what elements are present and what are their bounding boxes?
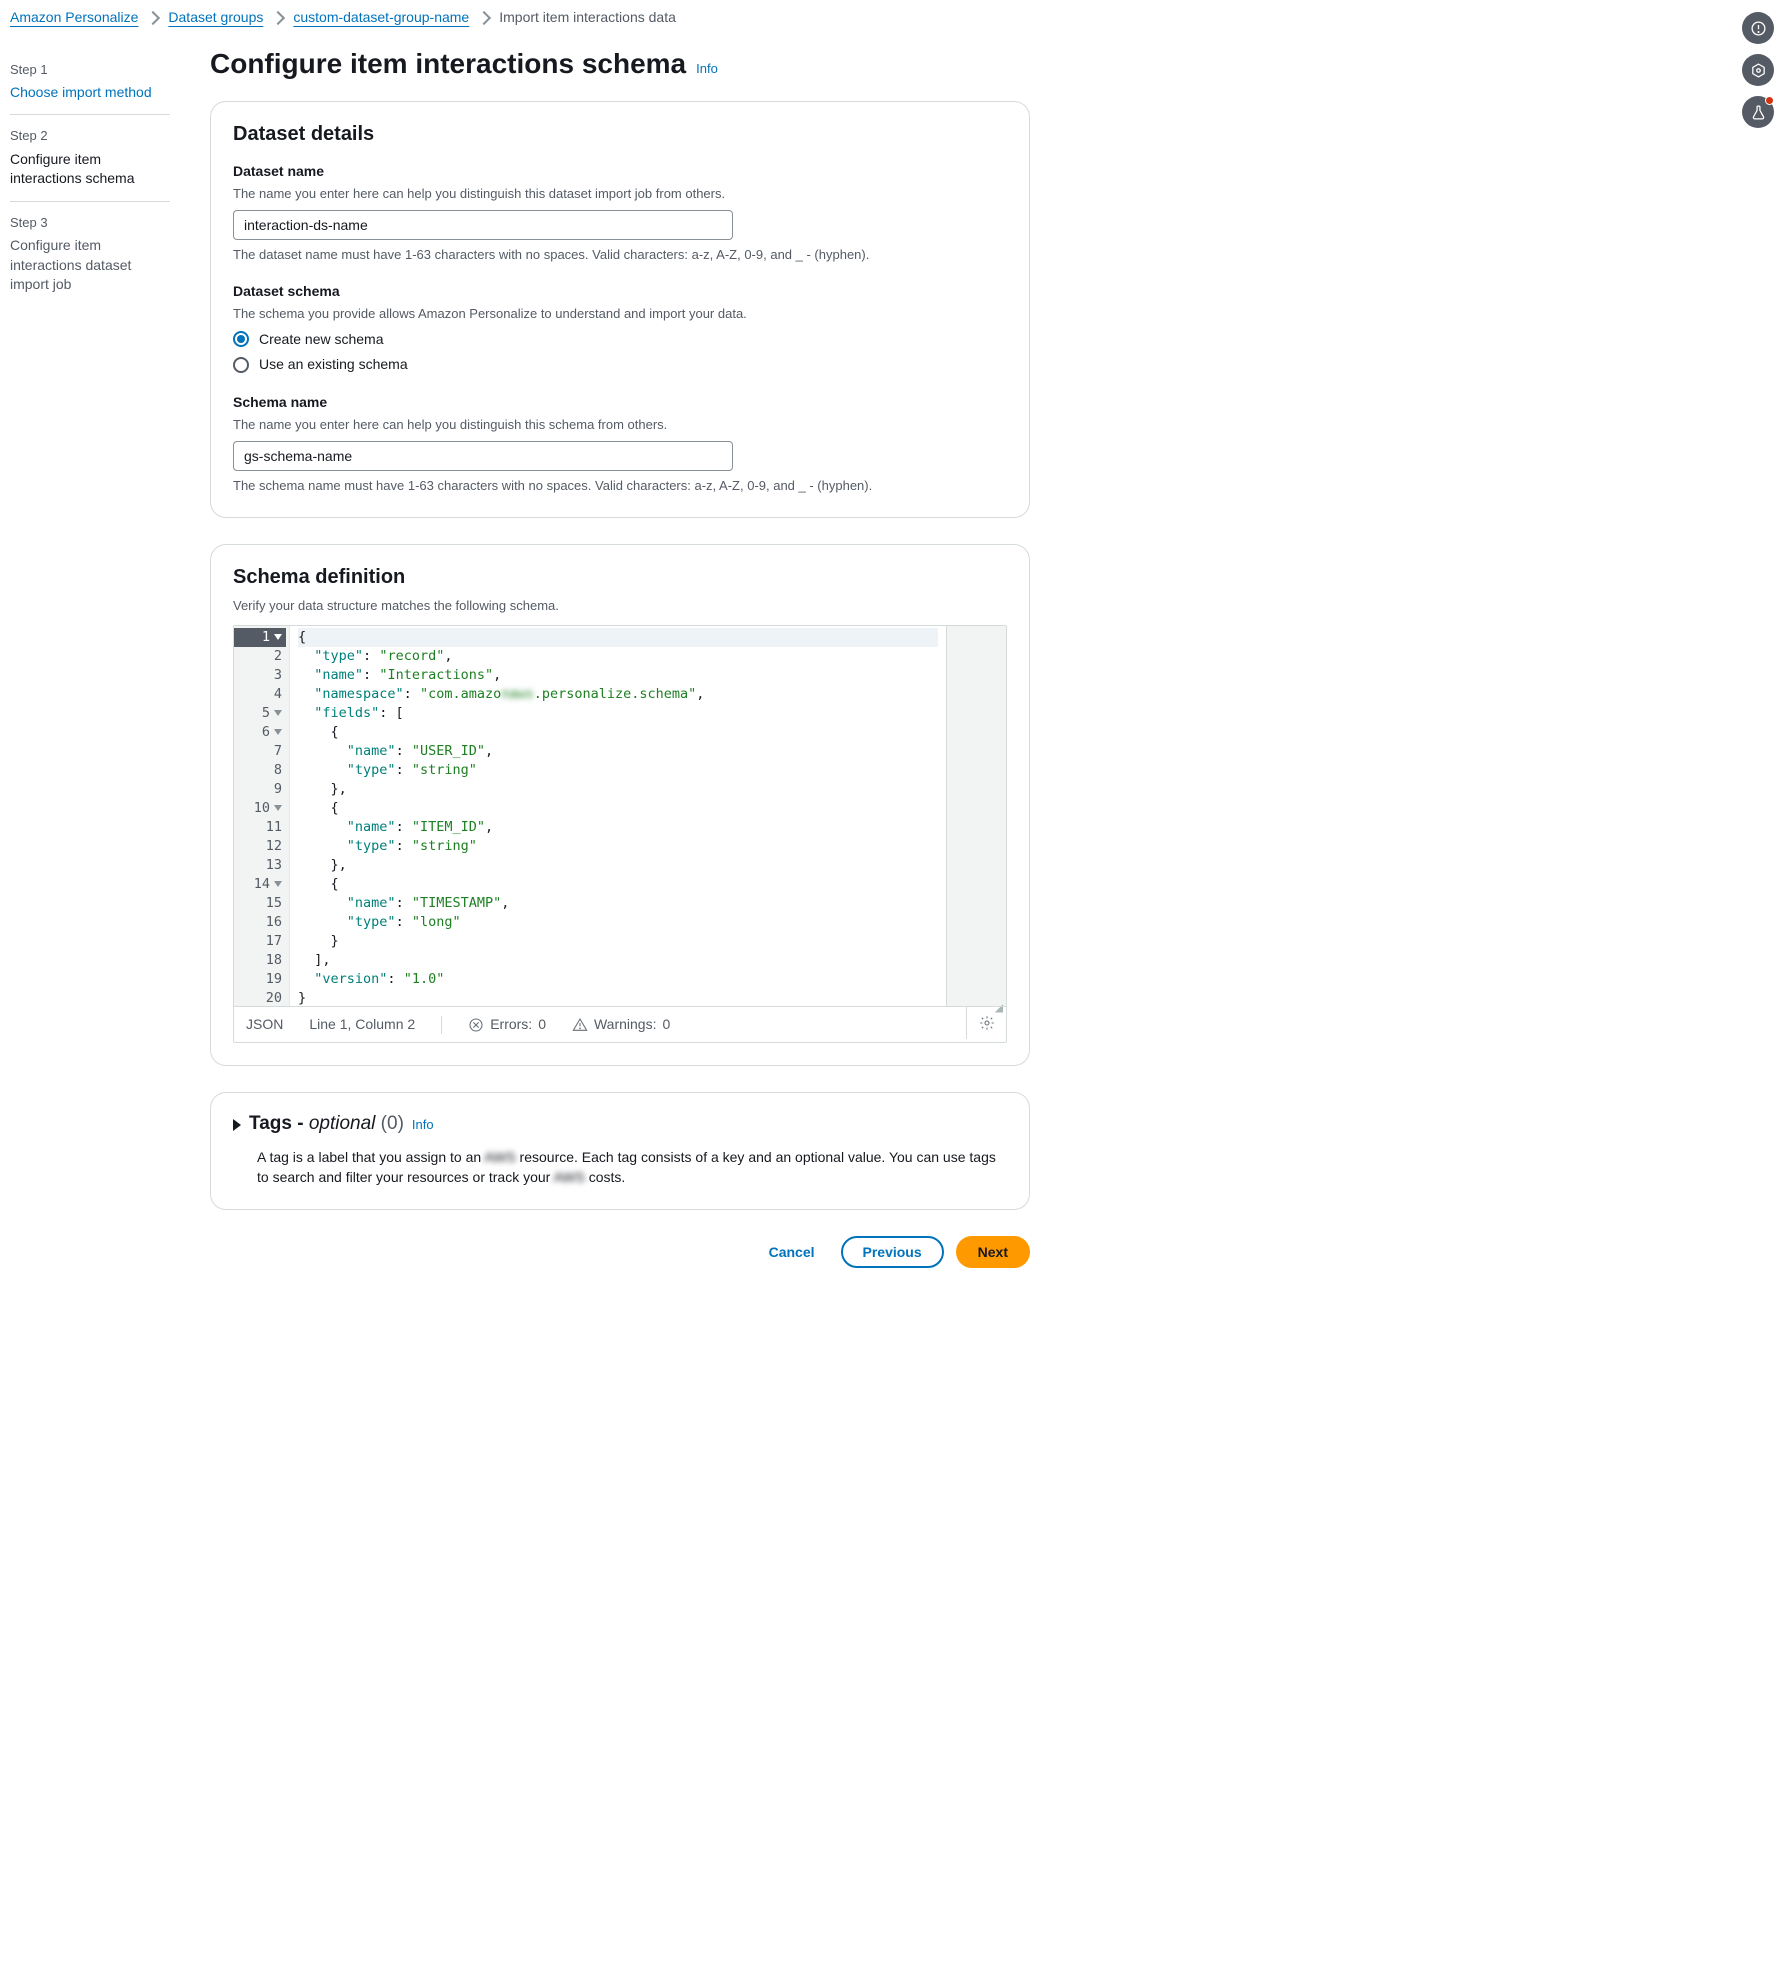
tags-description: A tag is a label that you assign to an A… (257, 1148, 1007, 1187)
status-language: JSON (246, 1015, 283, 1035)
dataset-details-panel: Dataset details Dataset name The name yo… (210, 101, 1030, 518)
wizard-steps: Step 1 Choose import method Step 2 Confi… (10, 44, 170, 1269)
next-button[interactable]: Next (956, 1236, 1030, 1268)
radio-icon (233, 357, 249, 373)
tags-header[interactable]: Tags - optional (0) Info (233, 1111, 1007, 1138)
breadcrumb-group[interactable]: custom-dataset-group-name (293, 8, 469, 28)
dataset-name-input[interactable] (233, 210, 733, 240)
warning-icon (572, 1017, 588, 1033)
page-title: Configure item interactions schema Info (210, 44, 1030, 83)
breadcrumb-current: Import item interactions data (499, 8, 676, 28)
wizard-actions: Cancel Previous Next (210, 1236, 1030, 1268)
breadcrumb: Amazon Personalize Dataset groups custom… (0, 0, 1788, 44)
floating-action-column (1742, 12, 1774, 128)
wizard-step-1[interactable]: Step 1 Choose import method (10, 49, 170, 116)
schema-name-field: Schema name The name you enter here can … (233, 393, 1007, 495)
schema-code-editor[interactable]: 1 2345 6 78910 11121314 151617181920 { "… (233, 625, 1007, 1044)
breadcrumb-datasets[interactable]: Dataset groups (168, 8, 263, 28)
schema-definition-panel: Schema definition Verify your data struc… (210, 544, 1030, 1067)
status-warnings: Warnings: 0 (572, 1015, 670, 1035)
wizard-step-3[interactable]: Step 3 Configure item interactions datas… (10, 202, 170, 307)
experiments-icon-button[interactable] (1742, 96, 1774, 128)
dataset-name-field: Dataset name The name you enter here can… (233, 162, 1007, 264)
radio-use-existing-schema[interactable]: Use an existing schema (233, 355, 1007, 375)
chevron-right-icon (146, 11, 160, 25)
dataset-schema-choice: Dataset schema The schema you provide al… (233, 282, 1007, 375)
notification-dot (1765, 96, 1774, 105)
editor-code-area[interactable]: { "type": "record", "name": "Interaction… (290, 626, 946, 1006)
editor-gutter: 1 2345 6 78910 11121314 151617181920 (234, 626, 290, 1006)
editor-minimap (946, 626, 1006, 1006)
previous-button[interactable]: Previous (841, 1236, 944, 1268)
chevron-right-icon (271, 11, 285, 25)
status-errors: Errors: 0 (468, 1015, 546, 1035)
disclosure-triangle-icon (233, 1119, 241, 1131)
editor-status-bar: JSON Line 1, Column 2 Errors: 0 Warnings… (234, 1006, 1006, 1043)
tags-info-link[interactable]: Info (412, 1116, 434, 1134)
status-cursor: Line 1, Column 2 (309, 1015, 415, 1035)
page-title-info-link[interactable]: Info (696, 60, 718, 78)
gear-icon (979, 1015, 995, 1031)
error-icon (468, 1017, 484, 1033)
wizard-step-2: Step 2 Configure item interactions schem… (10, 115, 170, 201)
help-icon-button[interactable] (1742, 12, 1774, 44)
radio-create-new-schema[interactable]: Create new schema (233, 330, 1007, 350)
breadcrumb-service[interactable]: Amazon Personalize (10, 8, 138, 28)
dataset-details-heading: Dataset details (233, 120, 1007, 148)
schema-definition-heading: Schema definition (233, 563, 1007, 591)
security-icon-button[interactable] (1742, 54, 1774, 86)
cancel-button[interactable]: Cancel (755, 1238, 829, 1266)
main-content: Configure item interactions schema Info … (210, 44, 1030, 1269)
schema-name-input[interactable] (233, 441, 733, 471)
radio-icon (233, 331, 249, 347)
chevron-right-icon (477, 11, 491, 25)
editor-settings-button[interactable] (966, 1007, 1006, 1039)
tags-panel: Tags - optional (0) Info A tag is a labe… (210, 1092, 1030, 1210)
